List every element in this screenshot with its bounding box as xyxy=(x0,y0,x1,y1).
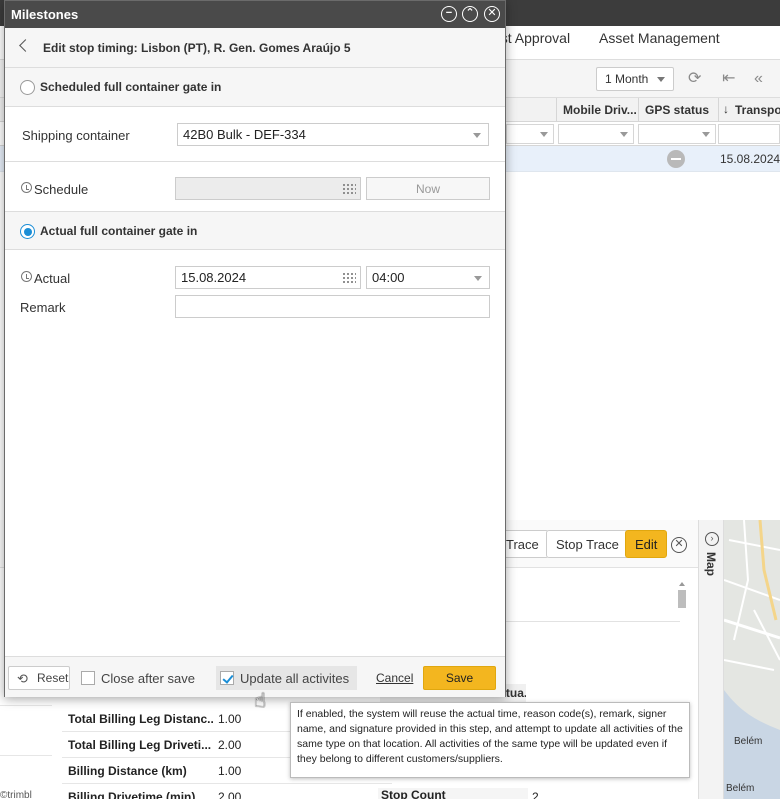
range-select[interactable]: 1 Month xyxy=(596,67,674,91)
minimize-icon[interactable]: − xyxy=(441,6,457,22)
scheduled-section-label: Scheduled full container gate in xyxy=(40,80,222,94)
transport-date-cell: 15.08.2024 xyxy=(720,152,780,166)
update-all-activities-label: Update all activites xyxy=(240,671,350,686)
filter-cell-gps-status[interactable] xyxy=(638,124,716,144)
dialog-titlebar: Milestones − ⌃ ✕ xyxy=(5,1,505,28)
chevron-down-icon xyxy=(540,132,548,137)
chevron-down-icon xyxy=(620,132,628,137)
billing-label: Billing Distance (km) xyxy=(68,764,187,778)
copyright-text: ©trimbl xyxy=(0,790,32,799)
shipping-container-label: Shipping container xyxy=(22,128,130,143)
now-button: Now xyxy=(366,177,490,200)
column-header-transport-label: Transport xyxy=(735,103,780,117)
first-page-icon[interactable]: ⇤ xyxy=(722,70,735,88)
close-after-save-label: Close after save xyxy=(101,671,195,686)
actual-radio[interactable] xyxy=(20,224,35,239)
actual-date-value: 15.08.2024 xyxy=(181,270,247,285)
chevron-down-icon xyxy=(474,276,482,281)
map-place-label: Belém xyxy=(734,736,763,747)
actual-section-label: Actual full container gate in xyxy=(40,224,198,238)
divider xyxy=(5,161,505,162)
map-tiles xyxy=(724,520,780,799)
stop-count-label: Stop Count xyxy=(378,788,528,799)
dialog-subheader: Edit stop timing: Lisbon (PT), R. Gen. G… xyxy=(5,28,505,68)
edit-button[interactable]: Edit xyxy=(625,530,668,558)
map-view[interactable]: Belém Belém xyxy=(724,520,780,799)
divider xyxy=(505,621,680,622)
back-chevron-icon[interactable] xyxy=(19,39,32,52)
billing-value: 2.00 xyxy=(218,738,242,752)
dialog-title: Milestones xyxy=(11,7,79,22)
nav-item-asset-management[interactable]: Asset Management xyxy=(599,30,720,46)
actual-date-input[interactable]: 15.08.2024 xyxy=(175,266,361,289)
billing-label: Total Billing Leg Driveti... xyxy=(68,738,212,752)
scrollbar-thumb[interactable] xyxy=(678,590,686,608)
calendar-icon[interactable] xyxy=(342,272,356,284)
actual-label: Actual xyxy=(34,271,71,286)
filter-cell[interactable] xyxy=(506,124,554,144)
clock-icon xyxy=(21,271,32,282)
billing-value: 2.00 xyxy=(218,790,242,799)
column-header-gps-status[interactable]: GPS status xyxy=(638,98,718,122)
save-button[interactable]: Save xyxy=(423,666,496,690)
maximize-icon[interactable]: ⌃ xyxy=(462,6,478,22)
previous-page-icon[interactable]: « xyxy=(754,70,763,88)
reset-button[interactable]: ⟲ Reset xyxy=(8,666,70,690)
billing-label: Billing Drivetime (min) xyxy=(68,790,196,799)
chevron-down-icon xyxy=(473,133,481,138)
chevron-down-icon xyxy=(657,77,665,82)
actual-time-value: 04:00 xyxy=(372,270,405,285)
schedule-date-input xyxy=(175,177,361,200)
filter-cell-transport[interactable] xyxy=(718,124,780,144)
range-select-value: 1 Month xyxy=(605,72,649,86)
close-icon[interactable]: ✕ xyxy=(671,537,687,553)
scheduled-section-header[interactable]: Scheduled full container gate in xyxy=(5,68,505,107)
scheduled-radio[interactable] xyxy=(20,80,35,95)
shipping-container-select[interactable]: 42B0 Bulk - DEF-334 xyxy=(177,123,489,146)
calendar-icon xyxy=(342,183,356,195)
chevron-down-icon xyxy=(702,132,710,137)
chevron-right-icon[interactable]: › xyxy=(705,532,719,546)
scroll-up-icon[interactable] xyxy=(679,582,685,586)
billing-value: 1.00 xyxy=(218,712,242,726)
remark-label: Remark xyxy=(20,300,66,315)
refresh-icon[interactable]: ⟳ xyxy=(688,70,701,88)
reset-icon: ⟲ xyxy=(17,671,28,686)
divider xyxy=(0,705,52,706)
map-panel-toggle: › Map xyxy=(698,520,724,799)
close-icon[interactable]: ✕ xyxy=(484,6,500,22)
sort-arrow-icon: ↓ xyxy=(723,102,729,116)
update-all-tooltip: If enabled, the system will reuse the ac… xyxy=(290,702,690,778)
update-all-activities-box[interactable] xyxy=(220,671,234,685)
column-header-transport[interactable]: ↓ Transport xyxy=(718,98,780,122)
schedule-label: Schedule xyxy=(34,182,89,197)
map-place-label: Belém xyxy=(726,783,755,794)
stop-count-value: 2 xyxy=(532,790,539,799)
gps-status-unknown-icon xyxy=(667,150,685,168)
actual-time-select[interactable]: 04:00 xyxy=(366,266,490,289)
shipping-container-value: 42B0 Bulk - DEF-334 xyxy=(183,127,306,142)
reset-label: Reset xyxy=(37,671,69,685)
remark-input[interactable] xyxy=(175,295,490,318)
cancel-link[interactable]: Cancel xyxy=(376,671,413,685)
actual-section-header[interactable]: Actual full container gate in xyxy=(5,211,505,250)
billing-label: Total Billing Leg Distanc... xyxy=(68,712,214,726)
close-after-save-box[interactable] xyxy=(81,671,95,685)
dialog-subtitle: Edit stop timing: Lisbon (PT), R. Gen. G… xyxy=(43,41,351,55)
clock-icon xyxy=(21,182,32,193)
map-label[interactable]: Map xyxy=(704,552,718,576)
milestones-dialog: Milestones − ⌃ ✕ Edit stop timing: Lisbo… xyxy=(4,0,506,697)
column-header-mobile-driver[interactable]: Mobile Driv... xyxy=(556,98,638,122)
divider xyxy=(62,783,392,784)
stop-trace-button[interactable]: Stop Trace xyxy=(546,530,629,558)
divider xyxy=(0,755,52,756)
billing-value: 1.00 xyxy=(218,764,242,778)
filter-cell-mobile-driver[interactable] xyxy=(558,124,634,144)
hand-cursor-icon: ☝ xyxy=(254,690,267,712)
